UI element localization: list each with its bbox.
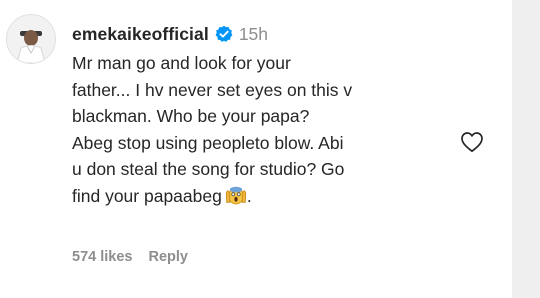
comment-meta: 574 likes Reply [72,247,188,267]
comment-header: emekaikeofficial 15h [72,22,462,46]
comment-line: father... I hv never set eyes on this v [72,79,353,100]
comment-line: blackman. Who be your papa? [72,106,310,126]
avatar[interactable] [6,14,56,64]
profile-photo-icon [7,15,55,63]
heart-outline-icon[interactable] [460,131,484,153]
comment-body: emekaikeofficial 15h Mr man go and look … [72,22,462,209]
username[interactable]: emekaikeofficial [72,22,209,46]
comment-line: Mr man go and look for your [72,53,291,73]
likes-count[interactable]: 574 likes [72,249,132,265]
comment-line: find your papaabeg [72,185,222,206]
verified-badge-icon [215,25,233,43]
side-panel [512,0,540,298]
comment-punctuation: . [246,185,252,206]
comment-text: Mr man go and look for your father... I … [72,50,462,209]
comment-line: Abeg stop using peopleto blow. Abi [72,132,344,153]
face-screaming-in-fear-icon [225,185,247,205]
comment-time[interactable]: 15h [239,22,268,46]
reply-button[interactable]: Reply [148,249,188,265]
comment-item: emekaikeofficial 15h Mr man go and look … [0,0,512,298]
comment-line: u don steal the song for studio? Go [72,159,345,179]
